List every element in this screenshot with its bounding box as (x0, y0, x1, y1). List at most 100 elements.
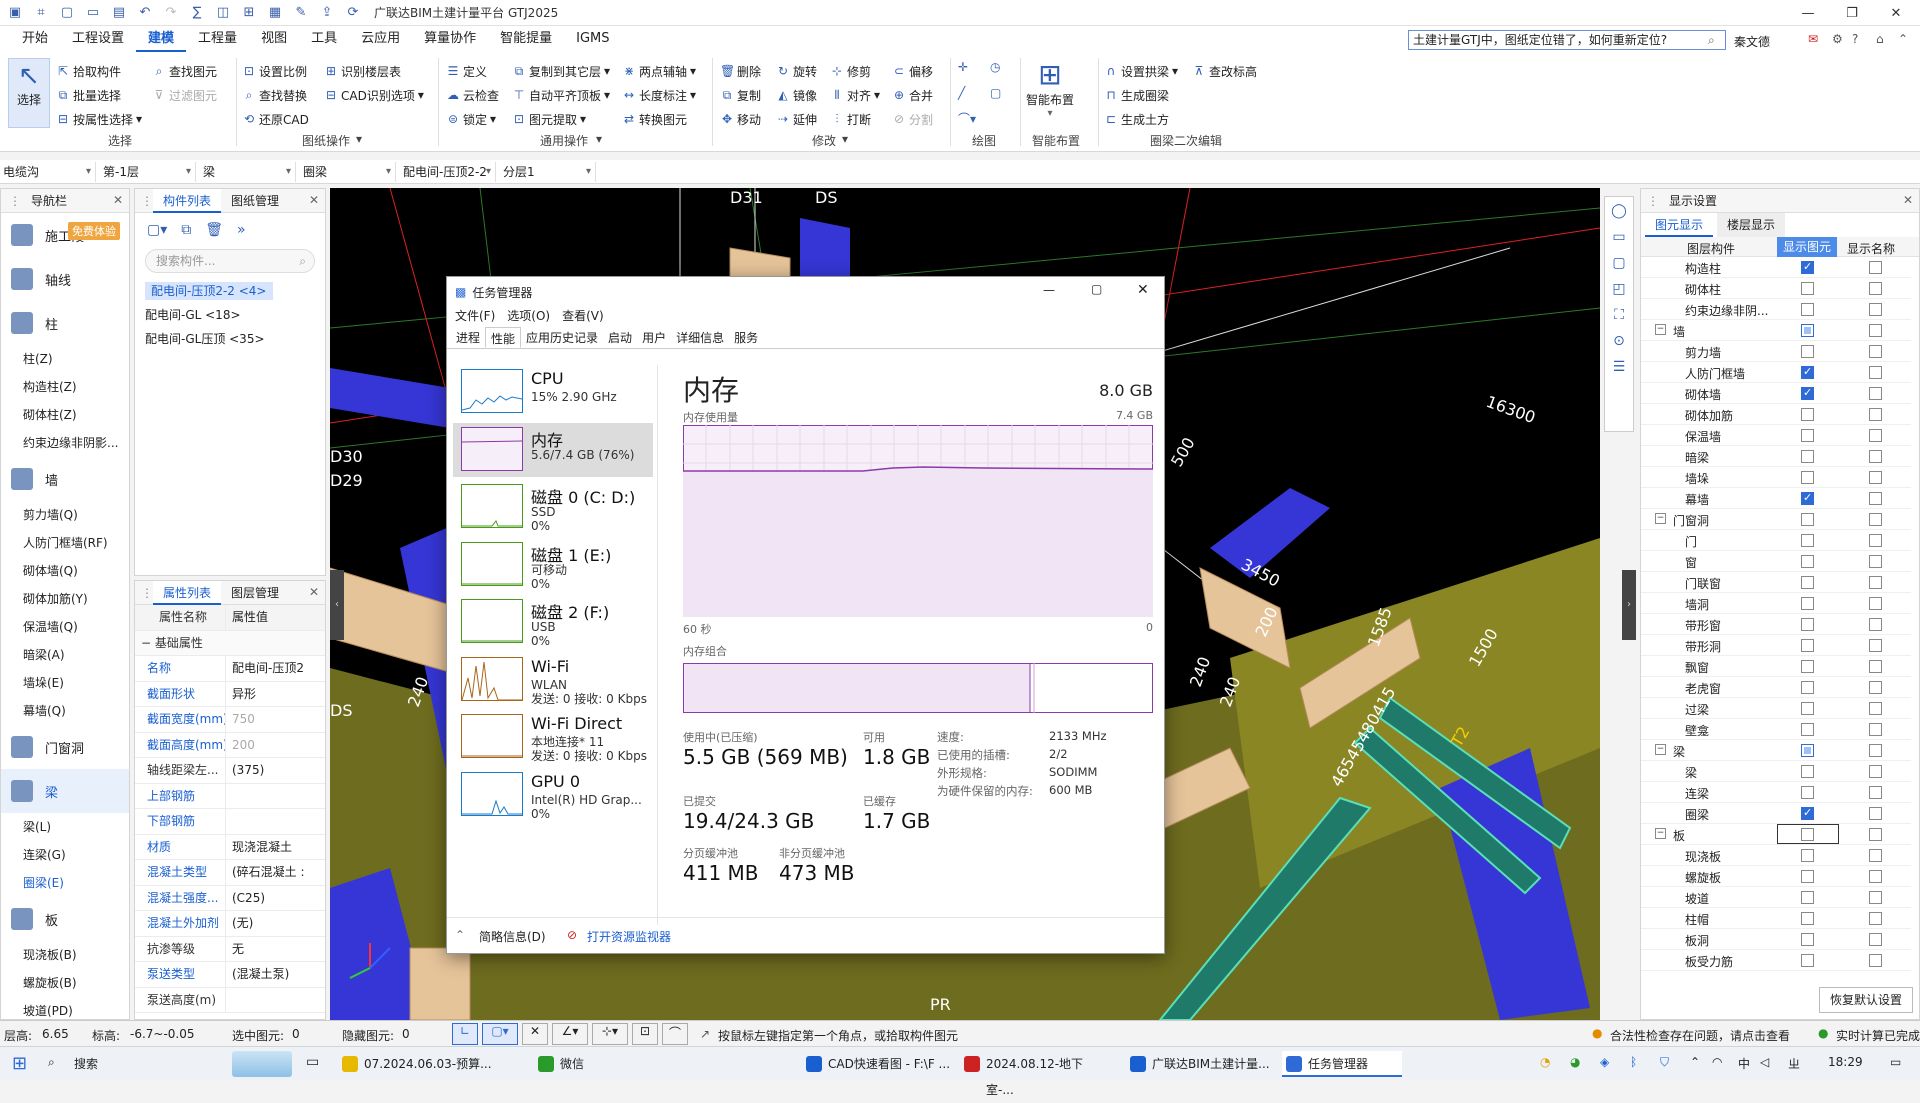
menu-file[interactable]: 文件(F) (455, 307, 495, 327)
capture-icon[interactable]: ⊡ (632, 1023, 658, 1045)
ortho-toggle-icon[interactable]: ∟ (452, 1023, 478, 1045)
mail-icon[interactable]: ✉ (1808, 32, 1818, 46)
view-icon[interactable]: ◫ (212, 4, 234, 22)
subtype-select[interactable]: 圈梁 (300, 162, 396, 182)
tab-property-list[interactable]: 属性列表 (153, 580, 222, 605)
show-name-checkbox[interactable] (1869, 744, 1882, 757)
show-name-checkbox[interactable] (1869, 723, 1882, 736)
tm-resource-item[interactable]: Wi-Fi Direct 本地连接* 11 发送: 0 接收: 0 Kbps (453, 710, 653, 764)
arc-snap-icon[interactable]: ⌒ (662, 1023, 688, 1045)
free-trial-badge[interactable]: 免费体验 (68, 222, 120, 240)
show-element-checkbox[interactable] (1801, 408, 1814, 421)
tm-tab[interactable]: 用户 (637, 327, 671, 348)
property-row[interactable]: 截面宽度(mm) 750 (135, 707, 325, 733)
nav-category[interactable]: 柱 (1, 301, 129, 345)
tm-resource-item[interactable]: 内存 5.6/7.4 GB (76%) (453, 422, 653, 477)
show-element-checkbox[interactable] (1801, 491, 1814, 505)
component-search-input[interactable]: 搜索构件... ⌕ (145, 249, 315, 273)
property-row[interactable]: 混凝土外加剂 (无) (135, 911, 325, 937)
windows-start-icon[interactable]: ⊞ (12, 1053, 27, 1074)
show-element-checkbox[interactable] (1801, 471, 1814, 484)
trim-button[interactable]: ⊹ 修剪 (830, 60, 871, 82)
nav-item[interactable]: 螺旋板(B) (1, 969, 129, 997)
property-row[interactable]: 截面高度(mm) 200 (135, 732, 325, 758)
menu-quantity[interactable]: 工程量 (186, 26, 249, 52)
show-element-checkbox[interactable] (1801, 786, 1814, 799)
show-element-checkbox[interactable] (1801, 723, 1814, 736)
lock-button[interactable]: ⊜ 锁定 ▾ (446, 108, 496, 130)
show-name-checkbox[interactable] (1869, 345, 1882, 358)
gen-ring-beam-button[interactable]: ⊓ 生成圈梁 (1104, 84, 1169, 106)
property-value[interactable]: 配电间-压顶2 (225, 656, 325, 681)
show-name-checkbox[interactable] (1869, 492, 1882, 505)
orbit-icon[interactable]: ◯ (1611, 203, 1627, 219)
tm-resource-item[interactable]: 磁盘 0 (C: D:) SSD 0% (453, 480, 653, 534)
bluetooth-icon[interactable]: ᛒ (1630, 1055, 1637, 1069)
rotate-button[interactable]: ↻ 旋转 (776, 60, 817, 82)
gen-earthwork-button[interactable]: ⊏ 生成土方 (1104, 108, 1169, 130)
collapse-ribbon-icon[interactable]: ⌃ (1898, 32, 1908, 46)
copy-to-floor-button[interactable]: ⧉ 复制到其它层 ▾ (512, 60, 610, 82)
tm-tab[interactable]: 详细信息 (671, 327, 729, 348)
minimize-button[interactable]: — (1786, 0, 1830, 26)
show-element-checkbox[interactable] (1801, 450, 1814, 463)
nav-item[interactable]: 暗梁(A) (1, 641, 129, 669)
rect-icon[interactable]: ▢ (990, 86, 1001, 100)
length-dimension-button[interactable]: ↔ 长度标注 ▾ (622, 84, 696, 106)
tm-tab[interactable]: 性能 (485, 327, 522, 348)
right-collapse-handle[interactable]: › (1622, 570, 1636, 640)
settings-icon[interactable]: ⚙ (1832, 32, 1843, 46)
redo-icon[interactable]: ↷ (160, 4, 182, 22)
nav-item[interactable]: 剪力墙(Q) (1, 501, 129, 529)
nav-category[interactable]: 墙 (1, 457, 129, 501)
show-element-checkbox[interactable] (1801, 324, 1814, 337)
arc-icon[interactable]: ⌒▾ (958, 110, 976, 127)
property-value[interactable]: 无 (225, 936, 325, 961)
volume-icon[interactable]: ◁ (1760, 1055, 1769, 1069)
property-value[interactable]: (375) (225, 758, 325, 783)
more-icon[interactable]: » (237, 222, 246, 238)
property-value[interactable]: (无) (225, 911, 325, 936)
nav-item[interactable]: 柱(Z) (1, 345, 129, 373)
close-button[interactable]: ✕ (1137, 282, 1149, 298)
zoom-icon[interactable]: ⊙ (1613, 333, 1625, 349)
pen-icon[interactable]: ✎ (290, 4, 312, 22)
show-name-checkbox[interactable] (1869, 534, 1882, 547)
help-search-input[interactable]: 土建计量GTJ中，图纸定位错了，如何重新定位? (1408, 30, 1726, 50)
property-row[interactable]: 抗渗等级 无 (135, 936, 325, 962)
show-element-checkbox[interactable] (1801, 702, 1814, 715)
user-name[interactable]: 秦文德 (1734, 33, 1770, 50)
menu-start[interactable]: 开始 (10, 26, 60, 52)
property-row[interactable]: 混凝土类型 (碎石混凝土 : (135, 860, 325, 886)
show-element-checkbox[interactable] (1801, 282, 1814, 295)
tm-tab[interactable]: 服务 (729, 327, 763, 348)
show-element-checkbox[interactable] (1801, 597, 1814, 610)
select-tool-button[interactable]: ↖ 选择 (8, 58, 50, 128)
show-name-checkbox[interactable] (1869, 681, 1882, 694)
nav-item[interactable]: 连梁(G) (1, 841, 129, 869)
nav-item[interactable]: 现浇板(B) (1, 941, 129, 969)
point-icon[interactable]: ✛ (958, 60, 968, 74)
show-name-checkbox[interactable] (1869, 702, 1882, 715)
reset-default-button[interactable]: 恢复默认设置 (1819, 987, 1913, 1013)
show-element-checkbox[interactable] (1801, 555, 1814, 568)
property-value[interactable]: 异形 (225, 681, 325, 706)
find-element-button[interactable]: ⌕ 查找图元 (152, 60, 217, 82)
show-element-checkbox[interactable] (1801, 849, 1814, 862)
select-by-attr-button[interactable]: ⊟ 按属性选择 ▾ (56, 108, 142, 130)
taskbar-app[interactable]: 07.2024.06.03-预算... (338, 1051, 518, 1077)
tm-tab[interactable]: 进程 (451, 327, 485, 348)
show-name-checkbox[interactable] (1869, 807, 1882, 820)
batch-select-button[interactable]: ⧉ 批量选择 (56, 84, 121, 106)
tab-layer-management[interactable]: 图层管理 (221, 581, 289, 605)
tm-tab[interactable]: 启动 (603, 327, 637, 348)
collapse-icon[interactable]: − (1655, 828, 1666, 839)
show-name-checkbox[interactable] (1869, 303, 1882, 316)
show-element-checkbox[interactable] (1801, 534, 1814, 547)
show-element-checkbox[interactable] (1801, 365, 1814, 379)
left-collapse-handle[interactable]: ‹ (330, 570, 344, 640)
fullscreen-icon[interactable]: ⛶ (1614, 307, 1624, 323)
copy-component-icon[interactable]: ⧉ (181, 222, 191, 238)
nav-category[interactable]: 轴线 (1, 257, 129, 301)
show-element-checkbox[interactable] (1801, 618, 1814, 631)
